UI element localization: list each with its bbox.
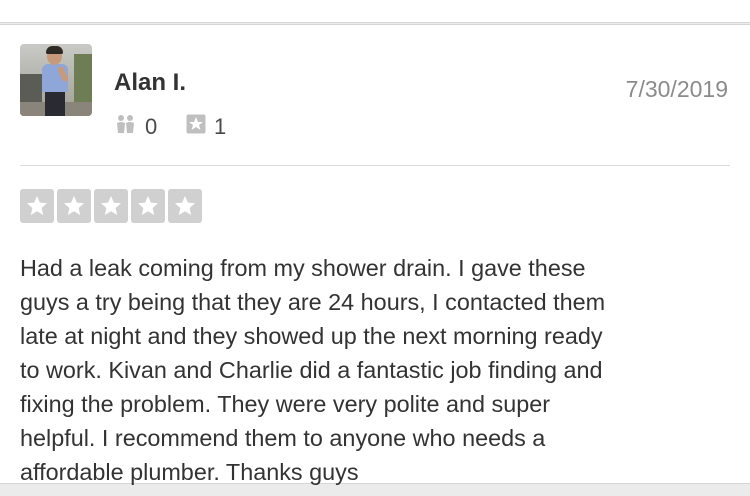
review-date: 7/30/2019 bbox=[625, 76, 728, 102]
friends-count-stat: 0 bbox=[115, 113, 158, 141]
rating-star-2 bbox=[57, 189, 91, 223]
review-text-line: to work. Kivan and Charlie did a fantast… bbox=[20, 357, 603, 383]
rating-star-4 bbox=[131, 189, 165, 223]
star-icon bbox=[175, 196, 195, 215]
review-star-icon bbox=[186, 114, 206, 140]
review-card: Alan I. 7/30/2019 0 1 Had a leak coming … bbox=[0, 24, 750, 485]
star-icon bbox=[138, 196, 158, 215]
review-text-line: Had a leak coming from my shower drain. … bbox=[20, 255, 586, 281]
star-icon bbox=[27, 196, 47, 215]
header-divider bbox=[20, 165, 730, 166]
review-text-line: fixing the problem. They were very polit… bbox=[20, 391, 551, 417]
reviews-count-stat: 1 bbox=[186, 114, 227, 140]
avatar-figure-legs bbox=[45, 91, 65, 116]
review-text: Had a leak coming from my shower drain. … bbox=[20, 251, 736, 489]
star-icon bbox=[101, 196, 121, 215]
previous-review-edge bbox=[0, 0, 750, 23]
star-rating bbox=[20, 189, 202, 223]
rating-star-5 bbox=[168, 189, 202, 223]
star-icon bbox=[64, 196, 84, 215]
reviewer-avatar[interactable] bbox=[20, 44, 92, 116]
friends-count: 0 bbox=[145, 114, 158, 139]
reviews-count: 1 bbox=[214, 114, 227, 139]
review-text-line: guys a try being that they are 24 hours,… bbox=[20, 289, 606, 315]
reviewer-name[interactable]: Alan I. bbox=[114, 69, 186, 97]
review-text-line: affordable plumber. Thanks guys bbox=[20, 459, 359, 485]
avatar-background-right bbox=[74, 54, 92, 104]
review-text-line: helpful. I recommend them to anyone who … bbox=[20, 425, 546, 451]
review-text-line: late at night and they showed up the nex… bbox=[20, 323, 603, 349]
rating-star-1 bbox=[20, 189, 54, 223]
rating-star-3 bbox=[94, 189, 128, 223]
friends-icon bbox=[115, 113, 137, 141]
avatar-figure-hair bbox=[46, 46, 63, 54]
